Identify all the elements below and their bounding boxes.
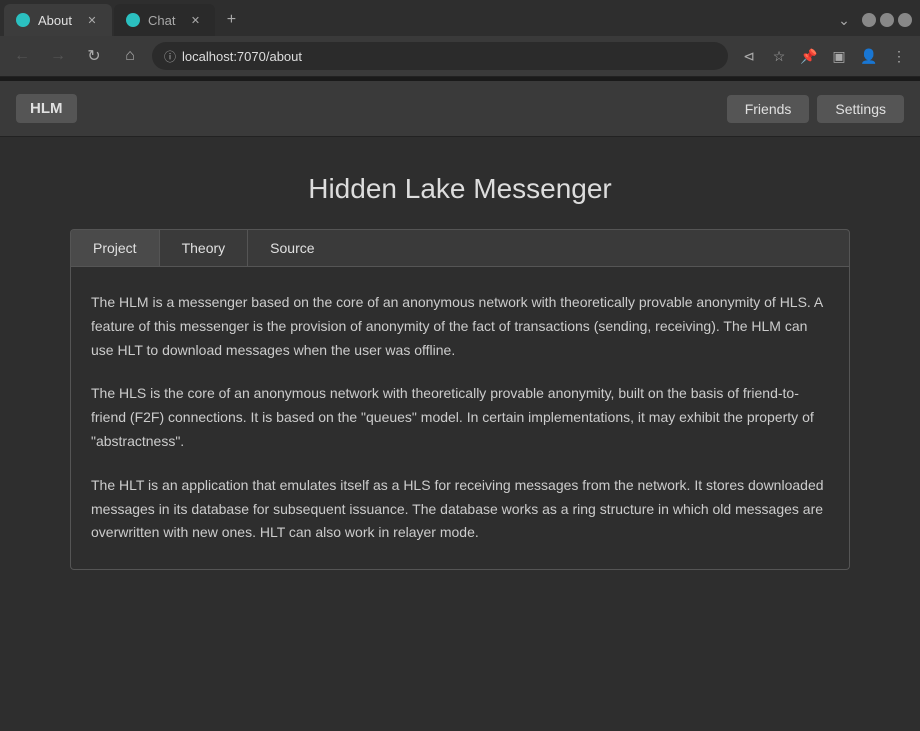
friends-button[interactable]: Friends [727, 95, 810, 123]
profile-icon[interactable]: 👤 [856, 43, 882, 69]
tab-label-chat: Chat [148, 13, 175, 28]
app-nav-actions: Friends Settings [727, 95, 904, 123]
tab-project[interactable]: Project [71, 230, 160, 266]
reload-button[interactable]: ↻ [80, 42, 108, 70]
split-view-icon[interactable]: ▣ [826, 43, 852, 69]
tab-controls: ⌄ [830, 6, 920, 34]
home-button[interactable]: ⌂ [116, 42, 144, 70]
tab-favicon-chat [126, 13, 140, 27]
tab-close-chat[interactable]: ✕ [187, 12, 203, 28]
window-close-button[interactable] [898, 13, 912, 27]
address-url-text: localhost:7070/about [182, 49, 716, 64]
tab-close-about[interactable]: ✕ [84, 12, 100, 28]
pin-icon[interactable]: 📌 [796, 43, 822, 69]
tab-source[interactable]: Source [248, 230, 336, 266]
app-container: HLM Friends Settings Hidden Lake Messeng… [0, 81, 920, 731]
paragraph-2: The HLS is the core of an anonymous netw… [91, 382, 829, 453]
tab-about[interactable]: About ✕ [4, 4, 112, 36]
bookmark-icon[interactable]: ☆ [766, 43, 792, 69]
app-navbar: HLM Friends Settings [0, 81, 920, 137]
address-actions: ⊲ ☆ 📌 ▣ 👤 ⋮ [736, 43, 912, 69]
browser-chrome: About ✕ Chat ✕ + ⌄ ← → ↻ ⌂ ⓘ localhost:7… [0, 0, 920, 77]
content-tabs: Project Theory Source [70, 229, 850, 267]
back-button[interactable]: ← [8, 42, 36, 70]
window-minimize-button[interactable] [862, 13, 876, 27]
address-lock-icon: ⓘ [164, 48, 176, 65]
app-brand[interactable]: HLM [16, 94, 77, 123]
page-content: Hidden Lake Messenger Project Theory Sou… [30, 137, 890, 590]
paragraph-1: The HLM is a messenger based on the core… [91, 291, 829, 362]
tab-chat[interactable]: Chat ✕ [114, 4, 215, 36]
paragraph-3: The HLT is an application that emulates … [91, 474, 829, 545]
page-title: Hidden Lake Messenger [70, 173, 850, 205]
tab-label-about: About [38, 13, 72, 28]
content-box: The HLM is a messenger based on the core… [70, 267, 850, 570]
tab-theory[interactable]: Theory [160, 230, 249, 266]
address-bar: ← → ↻ ⌂ ⓘ localhost:7070/about ⊲ ☆ 📌 ▣ 👤… [0, 36, 920, 76]
tab-favicon-about [16, 13, 30, 27]
new-tab-button[interactable]: + [217, 6, 245, 34]
address-bar-input[interactable]: ⓘ localhost:7070/about [152, 42, 728, 70]
share-icon[interactable]: ⊲ [736, 43, 762, 69]
window-restore-button[interactable] [880, 13, 894, 27]
tab-bar: About ✕ Chat ✕ + ⌄ [0, 0, 920, 36]
menu-icon[interactable]: ⋮ [886, 43, 912, 69]
forward-button[interactable]: → [44, 42, 72, 70]
settings-button[interactable]: Settings [817, 95, 904, 123]
tab-overflow-button[interactable]: ⌄ [830, 6, 858, 34]
